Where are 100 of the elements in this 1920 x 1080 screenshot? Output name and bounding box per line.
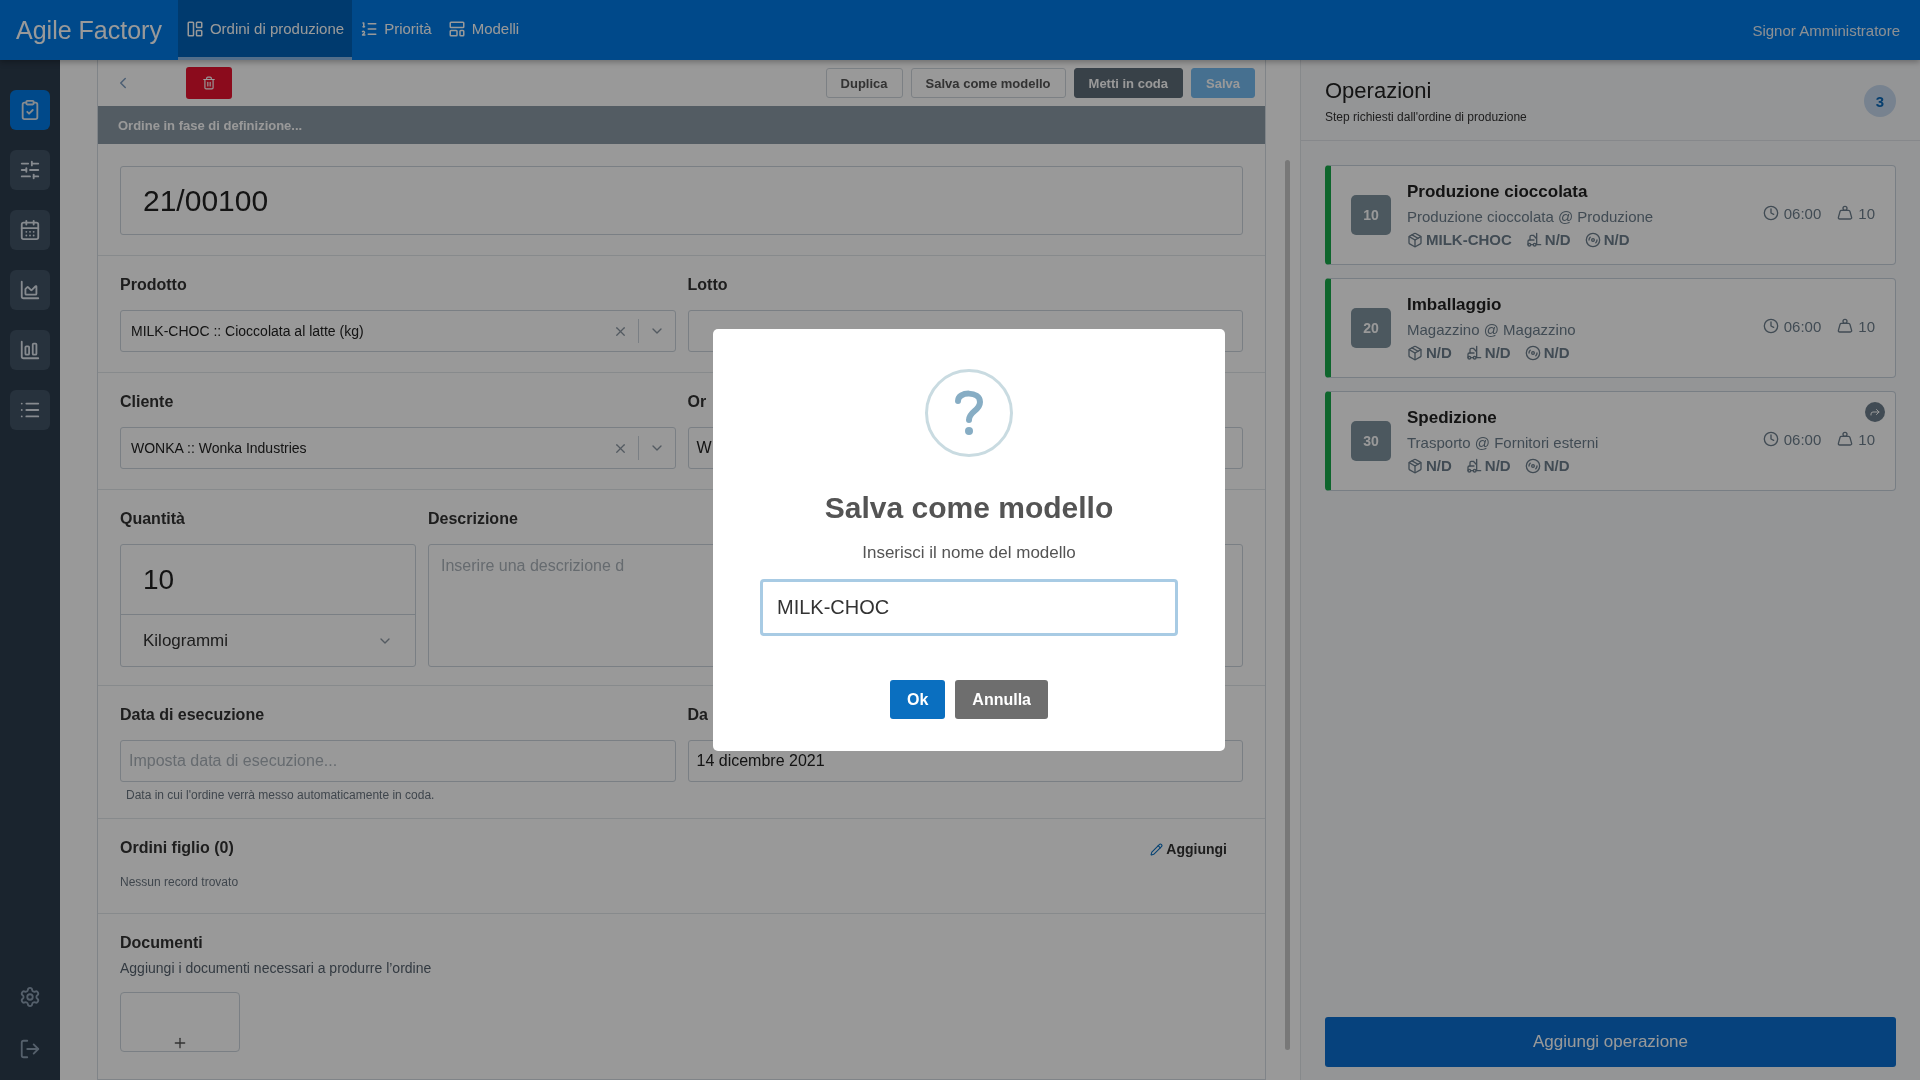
add-operation-button[interactable]: Aggiungi operazione bbox=[1325, 1017, 1896, 1067]
nav-tab[interactable]: Modelli bbox=[439, 0, 528, 60]
operation-location: Trasporto @ Fornitori esterni bbox=[1407, 434, 1600, 451]
sidebar-button[interactable] bbox=[10, 210, 50, 250]
machine-tag: N/D bbox=[1525, 231, 1571, 248]
toolbar-button[interactable]: Metti in coda bbox=[1073, 68, 1183, 98]
area-chart-icon bbox=[19, 279, 41, 301]
operation-name: Produzione cioccolata bbox=[1407, 182, 1589, 202]
calendar-icon bbox=[19, 219, 41, 241]
duration: 06:00 bbox=[1762, 317, 1822, 335]
operation-name: Spedizione bbox=[1407, 408, 1498, 428]
ok-button[interactable]: Ok bbox=[890, 680, 946, 719]
toolbar-button[interactable]: Duplica bbox=[825, 68, 903, 98]
nav-icon bbox=[447, 19, 466, 38]
machine-tag: N/D bbox=[1465, 344, 1511, 361]
add-link[interactable]: Aggiungi bbox=[1150, 841, 1227, 857]
brand-logo: Agile Factory bbox=[15, 15, 163, 45]
logout-icon[interactable] bbox=[19, 1038, 41, 1060]
nav-icon bbox=[360, 19, 379, 38]
trash-icon bbox=[202, 76, 216, 90]
panel-title: Operazioni bbox=[1325, 78, 1433, 104]
select-field[interactable]: WONKA :: Wonka Industries bbox=[120, 427, 676, 469]
sidebar-button[interactable] bbox=[10, 90, 50, 130]
weight-icon bbox=[1837, 431, 1854, 447]
operation-card[interactable]: 10 Produzione cioccolata Produzione cioccolata @ Produzione MILK-CHOC N/D N/D 06:00 10 bbox=[1325, 165, 1896, 265]
name-input[interactable]: MILK-CHOC bbox=[760, 579, 1178, 636]
dialog-message: Inserisci il nome del modello bbox=[862, 543, 1076, 563]
forklift-icon bbox=[1465, 344, 1482, 361]
disc-icon bbox=[1584, 231, 1601, 248]
nav-icon bbox=[185, 19, 204, 38]
quantity: 10 bbox=[1837, 204, 1875, 222]
sidebar-button[interactable] bbox=[10, 150, 50, 190]
quantity: 10 bbox=[1837, 430, 1875, 448]
machine-tag: N/D bbox=[1465, 457, 1511, 474]
operation-location: Produzione cioccolata @ Produzione bbox=[1407, 208, 1655, 225]
operation-name: Imballaggio bbox=[1407, 295, 1503, 315]
order-number-field[interactable]: 21/00100 bbox=[120, 166, 1243, 235]
forklift-icon bbox=[1525, 231, 1542, 248]
product-tag: N/D bbox=[1407, 344, 1452, 361]
nav-tab[interactable]: Ordini di produzione bbox=[177, 0, 353, 60]
product-tag: MILK-CHOC bbox=[1407, 231, 1512, 248]
clock-icon bbox=[1762, 318, 1779, 334]
field-label: Data di esecuzione bbox=[120, 706, 266, 725]
step-number: 20 bbox=[1351, 308, 1391, 348]
section-title: Ordini figlio (0) bbox=[120, 839, 234, 858]
sidebar-button[interactable] bbox=[10, 330, 50, 370]
weight-icon bbox=[1837, 318, 1854, 334]
product-tag: N/D bbox=[1407, 457, 1452, 474]
tool-tag: N/D bbox=[1524, 344, 1570, 361]
pencil-icon bbox=[1150, 842, 1164, 856]
dialog-title: Salva come modello bbox=[824, 491, 1114, 525]
bar-chart-icon bbox=[19, 339, 41, 361]
upload-box[interactable] bbox=[120, 992, 240, 1052]
field-label: Lotto bbox=[687, 276, 729, 295]
field-label: Quantità bbox=[120, 510, 186, 529]
field-label: Cliente bbox=[120, 393, 175, 412]
select-field[interactable]: MILK-CHOC :: Cioccolata al latte (kg) bbox=[120, 310, 676, 352]
section-title: Documenti bbox=[120, 934, 204, 953]
operation-location: Magazzino @ Magazzino bbox=[1407, 321, 1577, 338]
field-hint: Data in cui l'ordine verrà messo automaticamente in coda. bbox=[126, 788, 436, 802]
delete-button[interactable] bbox=[186, 67, 232, 99]
box-icon bbox=[1407, 231, 1423, 248]
toolbar-button[interactable]: Salva come modello bbox=[910, 68, 1066, 98]
clipboard-check-icon bbox=[19, 99, 41, 121]
sliders-icon bbox=[19, 159, 41, 181]
nav-tab[interactable]: Priorità bbox=[352, 0, 440, 60]
unit-select[interactable]: Kilogrammi bbox=[121, 615, 415, 666]
field-label: Da bbox=[687, 706, 709, 725]
settings-icon[interactable] bbox=[19, 986, 41, 1008]
cancel-button[interactable]: Annulla bbox=[955, 680, 1048, 719]
box-icon bbox=[1407, 457, 1423, 474]
box-icon bbox=[1407, 344, 1423, 361]
panel-subtitle: Step richiesti dall'ordine di produzione bbox=[1325, 110, 1527, 124]
duration: 06:00 bbox=[1762, 204, 1822, 222]
weight-icon bbox=[1837, 205, 1854, 221]
section-subtitle: Aggiungi i documenti necessari a produrre l’ordine bbox=[120, 960, 433, 976]
sidebar-button[interactable] bbox=[10, 390, 50, 430]
duration: 06:00 bbox=[1762, 430, 1822, 448]
quantity-field[interactable]: 10 Kilogrammi bbox=[120, 544, 416, 667]
step-number: 10 bbox=[1351, 195, 1391, 235]
sidebar-button[interactable] bbox=[10, 270, 50, 310]
quantity-value: 10 bbox=[121, 545, 415, 615]
quantity: 10 bbox=[1837, 317, 1875, 335]
empty-message: Nessun record trovato bbox=[120, 875, 240, 889]
clock-icon bbox=[1762, 205, 1779, 221]
step-number: 30 bbox=[1351, 421, 1391, 461]
status-banner: Ordine in fase di definizione... bbox=[98, 106, 1265, 144]
plus-icon bbox=[172, 1035, 188, 1051]
tool-tag: N/D bbox=[1524, 457, 1570, 474]
question-icon bbox=[925, 369, 1013, 457]
field-label: Prodotto bbox=[120, 276, 188, 295]
operation-card[interactable]: 20 Imballaggio Magazzino @ Magazzino N/D N/D N/D 06:00 10 bbox=[1325, 278, 1896, 378]
operation-card[interactable]: 30 Spedizione Trasporto @ Fornitori esterni N/D N/D N/D 06:00 10 bbox=[1325, 391, 1896, 491]
field-label: Or bbox=[687, 393, 708, 412]
user-name[interactable]: Signor Amministratore bbox=[1752, 21, 1920, 39]
clock-icon bbox=[1762, 431, 1779, 447]
tool-tag: N/D bbox=[1584, 231, 1630, 248]
count-badge: 3 bbox=[1864, 85, 1896, 117]
disc-icon bbox=[1524, 457, 1541, 474]
forklift-icon bbox=[1465, 457, 1482, 474]
